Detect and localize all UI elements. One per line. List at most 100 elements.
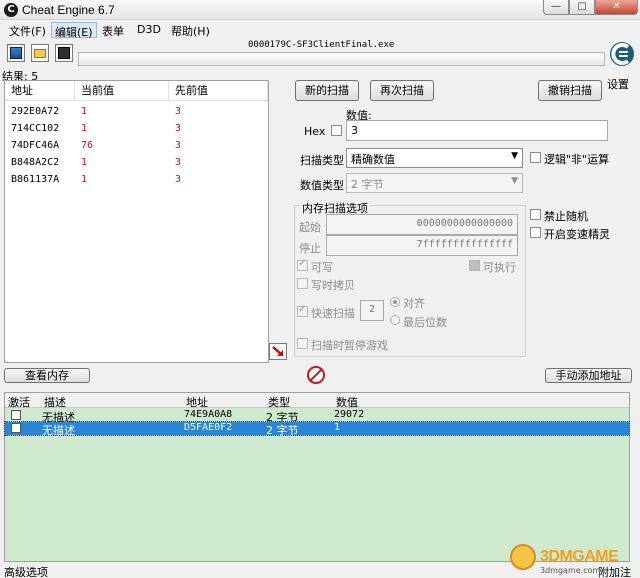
current-value-cell[interactable]: 76 (81, 140, 93, 151)
column-header-type[interactable]: 类型 (268, 394, 290, 410)
splitter-handle[interactable]: ..... (0, 387, 640, 396)
advanced-options-button[interactable]: 高级选项 (4, 564, 48, 578)
speedhack-checkbox[interactable] (530, 227, 541, 238)
cheat-engine-logo-icon[interactable] (609, 40, 635, 74)
add-address-manually-button[interactable]: 手动添加地址 (545, 368, 632, 383)
executable-checkbox[interactable] (469, 260, 480, 271)
previous-value-cell[interactable]: 3 (175, 174, 181, 185)
current-value-cell[interactable]: 1 (81, 174, 87, 185)
column-header-value[interactable]: 数值 (336, 394, 358, 410)
open-file-button[interactable] (31, 44, 49, 62)
mascot-face-icon (510, 544, 536, 570)
scan-type-select[interactable]: 精确数值 ▼ (346, 148, 523, 168)
watermark-brand: 3DMGAME (540, 548, 619, 565)
hex-checkbox[interactable] (331, 125, 342, 136)
row-description[interactable]: 无描述 (42, 422, 75, 438)
cheat-table[interactable]: 激活 描述 地址 类型 数值 无描述 74E9A0A8 2 字节 29072 无… (4, 392, 630, 562)
scan-type-value: 精确数值 (351, 153, 395, 166)
align-radio[interactable] (390, 297, 400, 307)
row-value[interactable]: 1 (334, 422, 340, 433)
progress-bar (78, 52, 605, 66)
found-address-list[interactable]: 地址 当前值 先前值 292E0A72 1 3 714CC102 1 3 74D… (4, 80, 269, 363)
last-digits-radio[interactable] (390, 315, 400, 325)
executable-label: 可执行 (483, 261, 516, 274)
stop-address-input[interactable]: 7fffffffffffffff (326, 235, 518, 256)
start-address-input[interactable]: 0000000000000000 (326, 214, 518, 235)
previous-value-cell[interactable]: 3 (175, 123, 181, 134)
writable-checkbox[interactable] (297, 258, 308, 271)
disable-random-label: 禁止随机 (544, 210, 588, 223)
start-label: 起始 (299, 221, 321, 234)
writable-label: 可写 (311, 261, 333, 274)
process-name: 0000179C-SF3ClientFinal.exe (248, 40, 395, 50)
current-value-cell[interactable]: 1 (81, 106, 87, 117)
maximize-button[interactable]: □ (569, 0, 595, 15)
copy-on-write-checkbox[interactable] (297, 278, 308, 289)
address-cell[interactable]: B848A2C2 (11, 157, 59, 168)
open-process-button[interactable] (7, 44, 25, 62)
fast-scan-alignment-input[interactable]: 2 (360, 300, 384, 321)
watermark-logo: 3DMGAME 3dmgame.com (510, 540, 635, 576)
title-bar: C Cheat Engine 6.7 — □ ✕ (0, 0, 640, 20)
save-button[interactable] (55, 44, 73, 62)
previous-value-cell[interactable]: 3 (175, 140, 181, 151)
menu-file[interactable]: 文件(F) (6, 22, 49, 38)
column-header-active[interactable]: 激活 (8, 394, 30, 410)
active-checkbox[interactable] (11, 423, 21, 433)
address-cell[interactable]: 292E0A72 (11, 106, 59, 117)
copy-on-write-label: 写时拷贝 (311, 279, 355, 292)
column-header-address[interactable]: 地址 (186, 394, 208, 410)
menu-help[interactable]: 帮助(H) (168, 22, 213, 38)
scan-value-input[interactable]: 3 (346, 120, 608, 141)
row-value[interactable]: 29072 (334, 409, 364, 420)
disable-random-checkbox[interactable] (530, 209, 541, 220)
dropdown-arrow-icon: ▼ (511, 151, 518, 161)
row-type[interactable]: 2 字节 (266, 422, 299, 438)
next-scan-button[interactable]: 再次扫描 (370, 80, 434, 101)
minimize-button[interactable]: — (543, 0, 569, 15)
computer-icon (10, 47, 22, 59)
menu-table[interactable]: 表单 (99, 22, 127, 38)
address-cell[interactable]: B861137A (11, 174, 59, 185)
folder-icon (34, 49, 46, 58)
column-header-description[interactable]: 描述 (44, 394, 66, 410)
menu-d3d[interactable]: D3D (134, 22, 164, 38)
current-value-cell[interactable]: 1 (81, 123, 87, 134)
fast-scan-checkbox[interactable] (297, 304, 308, 317)
menu-edit[interactable]: 编辑(E) (51, 22, 97, 39)
align-label: 对齐 (403, 297, 425, 310)
table-row[interactable]: 无描述 74E9A0A8 2 字节 29072 (5, 409, 629, 424)
address-cell[interactable]: 714CC102 (11, 123, 59, 134)
view-memory-button[interactable]: 查看内存 (4, 368, 90, 383)
floppy-disk-icon (58, 47, 70, 59)
stop-label: 停止 (299, 242, 321, 255)
add-selected-to-list-button[interactable] (269, 343, 287, 360)
current-value-cell[interactable]: 1 (81, 157, 87, 168)
address-cell[interactable]: 74DFC46A (11, 140, 59, 151)
column-header-current-value[interactable]: 当前值 (75, 81, 169, 101)
red-arrow-icon (272, 346, 283, 356)
previous-value-cell[interactable]: 3 (175, 106, 181, 117)
column-header-previous-value[interactable]: 先前值 (169, 81, 268, 101)
undo-scan-button[interactable]: 撤销扫描 (538, 80, 602, 101)
column-header-address[interactable]: 地址 (5, 81, 75, 101)
last-digits-label: 最后位数 (403, 316, 447, 329)
previous-value-cell[interactable]: 3 (175, 157, 181, 168)
window-title: Cheat Engine 6.7 (22, 3, 115, 17)
row-address[interactable]: D5FAE0F2 (184, 422, 232, 433)
close-button[interactable]: ✕ (595, 0, 638, 15)
clear-list-icon[interactable] (307, 366, 325, 384)
pause-game-label: 扫描时暂停游戏 (311, 339, 388, 352)
row-address[interactable]: 74E9A0A8 (184, 409, 232, 420)
cheat-table-header: 激活 描述 地址 类型 数值 (5, 393, 629, 410)
pause-game-checkbox[interactable] (297, 338, 308, 349)
table-row-selected[interactable]: 无描述 D5FAE0F2 2 字节 1 (4, 421, 630, 438)
new-scan-button[interactable]: 新的扫描 (295, 80, 359, 101)
settings-label[interactable]: 设置 (607, 76, 629, 92)
value-type-value: 2 字节 (351, 178, 384, 191)
menu-bar: 文件(F) 编辑(E) 表单 D3D 帮助(H) (0, 20, 640, 39)
value-type-select[interactable]: 2 字节 ▼ (346, 173, 523, 193)
watermark-site: 3dmgame.com (540, 566, 601, 575)
active-checkbox[interactable] (11, 410, 21, 420)
not-logic-checkbox[interactable] (530, 152, 541, 163)
